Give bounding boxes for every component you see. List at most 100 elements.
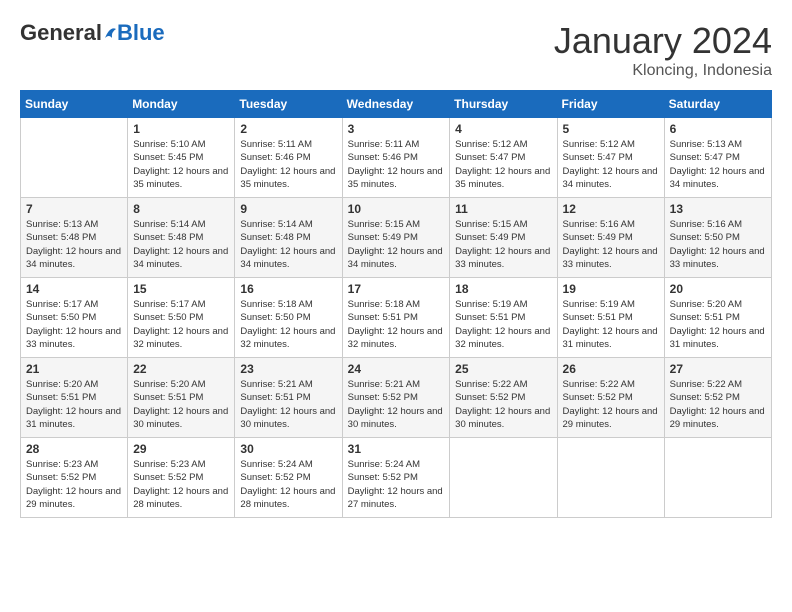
calendar-cell: 14 Sunrise: 5:17 AM Sunset: 5:50 PM Dayli… bbox=[21, 278, 128, 358]
calendar-week-row: 21Sunrise: 5:20 AM Sunset: 5:51 PM Dayli… bbox=[21, 358, 772, 438]
calendar-cell: 27 Sunrise: 5:22 AM Sunset: 5:52 PM Dayli… bbox=[664, 358, 771, 438]
day-info: Sunrise: 5:12 AM Sunset: 5:47 PM Dayligh… bbox=[455, 138, 551, 191]
calendar-cell: 10 Sunrise: 5:15 AM Sunset: 5:49 PM Dayli… bbox=[342, 198, 450, 278]
col-sunday: Sunday bbox=[21, 91, 128, 118]
col-saturday: Saturday bbox=[664, 91, 771, 118]
day-number: 22 bbox=[133, 362, 229, 376]
day-number: 10 bbox=[348, 202, 445, 216]
day-info: Sunrise: 5:10 AM Sunset: 5:45 PM Dayligh… bbox=[133, 138, 229, 191]
calendar-cell: 3 Sunrise: 5:11 AM Sunset: 5:46 PM Daylig… bbox=[342, 118, 450, 198]
day-info: Sunrise: 5:21 AM Sunset: 5:52 PM Dayligh… bbox=[348, 378, 445, 431]
day-number: 23 bbox=[240, 362, 336, 376]
col-monday: Monday bbox=[128, 91, 235, 118]
calendar-cell: 4 Sunrise: 5:12 AM Sunset: 5:47 PM Daylig… bbox=[450, 118, 557, 198]
col-wednesday: Wednesday bbox=[342, 91, 450, 118]
calendar-cell: 22Sunrise: 5:20 AM Sunset: 5:51 PM Dayli… bbox=[128, 358, 235, 438]
day-info: Sunrise: 5:23 AM Sunset: 5:52 PM Dayligh… bbox=[26, 458, 122, 511]
day-number: 11 bbox=[455, 202, 551, 216]
header-row: Sunday Monday Tuesday Wednesday Thursday… bbox=[21, 91, 772, 118]
day-number: 14 bbox=[26, 282, 122, 296]
day-info: Sunrise: 5:18 AM Sunset: 5:50 PM Dayligh… bbox=[240, 298, 336, 351]
calendar-cell: 7 Sunrise: 5:13 AM Sunset: 5:48 PM Daylig… bbox=[21, 198, 128, 278]
day-info: Sunrise: 5:24 AM Sunset: 5:52 PM Dayligh… bbox=[240, 458, 336, 511]
calendar-cell: 25Sunrise: 5:22 AM Sunset: 5:52 PM Dayli… bbox=[450, 358, 557, 438]
day-info: Sunrise: 5:22 AM Sunset: 5:52 PM Dayligh… bbox=[563, 378, 659, 431]
day-number: 4 bbox=[455, 122, 551, 136]
calendar-cell: 11 Sunrise: 5:15 AM Sunset: 5:49 PM Dayli… bbox=[450, 198, 557, 278]
calendar-week-row: 7 Sunrise: 5:13 AM Sunset: 5:48 PM Daylig… bbox=[21, 198, 772, 278]
calendar-cell: 1Sunrise: 5:10 AM Sunset: 5:45 PM Daylig… bbox=[128, 118, 235, 198]
day-number: 31 bbox=[348, 442, 445, 456]
day-info: Sunrise: 5:22 AM Sunset: 5:52 PM Dayligh… bbox=[670, 378, 766, 431]
calendar-cell: 30Sunrise: 5:24 AM Sunset: 5:52 PM Dayli… bbox=[235, 438, 342, 518]
location: Kloncing, Indonesia bbox=[554, 62, 772, 80]
calendar-cell: 13 Sunrise: 5:16 AM Sunset: 5:50 PM Dayli… bbox=[664, 198, 771, 278]
day-number: 6 bbox=[670, 122, 766, 136]
day-number: 7 bbox=[26, 202, 122, 216]
calendar-cell: 26Sunrise: 5:22 AM Sunset: 5:52 PM Dayli… bbox=[557, 358, 664, 438]
logo-general-text: General bbox=[20, 20, 102, 46]
day-info: Sunrise: 5:21 AM Sunset: 5:51 PM Dayligh… bbox=[240, 378, 336, 431]
day-number: 16 bbox=[240, 282, 336, 296]
calendar-cell: 6 Sunrise: 5:13 AM Sunset: 5:47 PM Daylig… bbox=[664, 118, 771, 198]
calendar-cell bbox=[450, 438, 557, 518]
day-info: Sunrise: 5:14 AM Sunset: 5:48 PM Dayligh… bbox=[240, 218, 336, 271]
calendar-cell: 5Sunrise: 5:12 AM Sunset: 5:47 PM Daylig… bbox=[557, 118, 664, 198]
day-info: Sunrise: 5:15 AM Sunset: 5:49 PM Dayligh… bbox=[348, 218, 445, 271]
day-info: Sunrise: 5:23 AM Sunset: 5:52 PM Dayligh… bbox=[133, 458, 229, 511]
day-info: Sunrise: 5:19 AM Sunset: 5:51 PM Dayligh… bbox=[455, 298, 551, 351]
calendar-cell: 9 Sunrise: 5:14 AM Sunset: 5:48 PM Daylig… bbox=[235, 198, 342, 278]
calendar-cell: 15 Sunrise: 5:17 AM Sunset: 5:50 PM Dayli… bbox=[128, 278, 235, 358]
col-tuesday: Tuesday bbox=[235, 91, 342, 118]
day-number: 24 bbox=[348, 362, 445, 376]
day-info: Sunrise: 5:11 AM Sunset: 5:46 PM Dayligh… bbox=[240, 138, 336, 191]
calendar-week-row: 28Sunrise: 5:23 AM Sunset: 5:52 PM Dayli… bbox=[21, 438, 772, 518]
day-info: Sunrise: 5:24 AM Sunset: 5:52 PM Dayligh… bbox=[348, 458, 445, 511]
col-thursday: Thursday bbox=[450, 91, 557, 118]
calendar-week-row: 14 Sunrise: 5:17 AM Sunset: 5:50 PM Dayli… bbox=[21, 278, 772, 358]
calendar-cell: 19 Sunrise: 5:19 AM Sunset: 5:51 PM Dayli… bbox=[557, 278, 664, 358]
calendar-cell: 2Sunrise: 5:11 AM Sunset: 5:46 PM Daylig… bbox=[235, 118, 342, 198]
day-info: Sunrise: 5:11 AM Sunset: 5:46 PM Dayligh… bbox=[348, 138, 445, 191]
day-info: Sunrise: 5:16 AM Sunset: 5:49 PM Dayligh… bbox=[563, 218, 659, 271]
calendar-cell: 18 Sunrise: 5:19 AM Sunset: 5:51 PM Dayli… bbox=[450, 278, 557, 358]
day-info: Sunrise: 5:16 AM Sunset: 5:50 PM Dayligh… bbox=[670, 218, 766, 271]
day-number: 8 bbox=[133, 202, 229, 216]
day-info: Sunrise: 5:20 AM Sunset: 5:51 PM Dayligh… bbox=[26, 378, 122, 431]
calendar-cell: 29Sunrise: 5:23 AM Sunset: 5:52 PM Dayli… bbox=[128, 438, 235, 518]
day-info: Sunrise: 5:17 AM Sunset: 5:50 PM Dayligh… bbox=[133, 298, 229, 351]
day-number: 20 bbox=[670, 282, 766, 296]
day-number: 25 bbox=[455, 362, 551, 376]
day-number: 27 bbox=[670, 362, 766, 376]
day-number: 12 bbox=[563, 202, 659, 216]
day-info: Sunrise: 5:18 AM Sunset: 5:51 PM Dayligh… bbox=[348, 298, 445, 351]
day-info: Sunrise: 5:14 AM Sunset: 5:48 PM Dayligh… bbox=[133, 218, 229, 271]
day-number: 18 bbox=[455, 282, 551, 296]
day-number: 9 bbox=[240, 202, 336, 216]
logo-bird-icon bbox=[103, 24, 117, 42]
day-number: 5 bbox=[563, 122, 659, 136]
calendar-cell: 16 Sunrise: 5:18 AM Sunset: 5:50 PM Dayli… bbox=[235, 278, 342, 358]
day-info: Sunrise: 5:13 AM Sunset: 5:48 PM Dayligh… bbox=[26, 218, 122, 271]
calendar-cell: 21Sunrise: 5:20 AM Sunset: 5:51 PM Dayli… bbox=[21, 358, 128, 438]
day-number: 13 bbox=[670, 202, 766, 216]
calendar-cell: 17Sunrise: 5:18 AM Sunset: 5:51 PM Dayli… bbox=[342, 278, 450, 358]
calendar-cell bbox=[21, 118, 128, 198]
day-info: Sunrise: 5:13 AM Sunset: 5:47 PM Dayligh… bbox=[670, 138, 766, 191]
day-info: Sunrise: 5:19 AM Sunset: 5:51 PM Dayligh… bbox=[563, 298, 659, 351]
day-number: 15 bbox=[133, 282, 229, 296]
calendar-cell: 28Sunrise: 5:23 AM Sunset: 5:52 PM Dayli… bbox=[21, 438, 128, 518]
calendar-cell: 31 Sunrise: 5:24 AM Sunset: 5:52 PM Dayli… bbox=[342, 438, 450, 518]
day-info: Sunrise: 5:15 AM Sunset: 5:49 PM Dayligh… bbox=[455, 218, 551, 271]
calendar-week-row: 1Sunrise: 5:10 AM Sunset: 5:45 PM Daylig… bbox=[21, 118, 772, 198]
logo-blue-text: Blue bbox=[117, 20, 165, 46]
calendar-cell: 12 Sunrise: 5:16 AM Sunset: 5:49 PM Dayli… bbox=[557, 198, 664, 278]
logo: General Blue bbox=[20, 20, 165, 46]
page-header: General Blue January 2024 Kloncing, Indo… bbox=[20, 20, 772, 80]
calendar-cell bbox=[664, 438, 771, 518]
day-info: Sunrise: 5:17 AM Sunset: 5:50 PM Dayligh… bbox=[26, 298, 122, 351]
day-number: 3 bbox=[348, 122, 445, 136]
calendar-cell: 20Sunrise: 5:20 AM Sunset: 5:51 PM Dayli… bbox=[664, 278, 771, 358]
day-number: 19 bbox=[563, 282, 659, 296]
calendar-cell: 24 Sunrise: 5:21 AM Sunset: 5:52 PM Dayli… bbox=[342, 358, 450, 438]
